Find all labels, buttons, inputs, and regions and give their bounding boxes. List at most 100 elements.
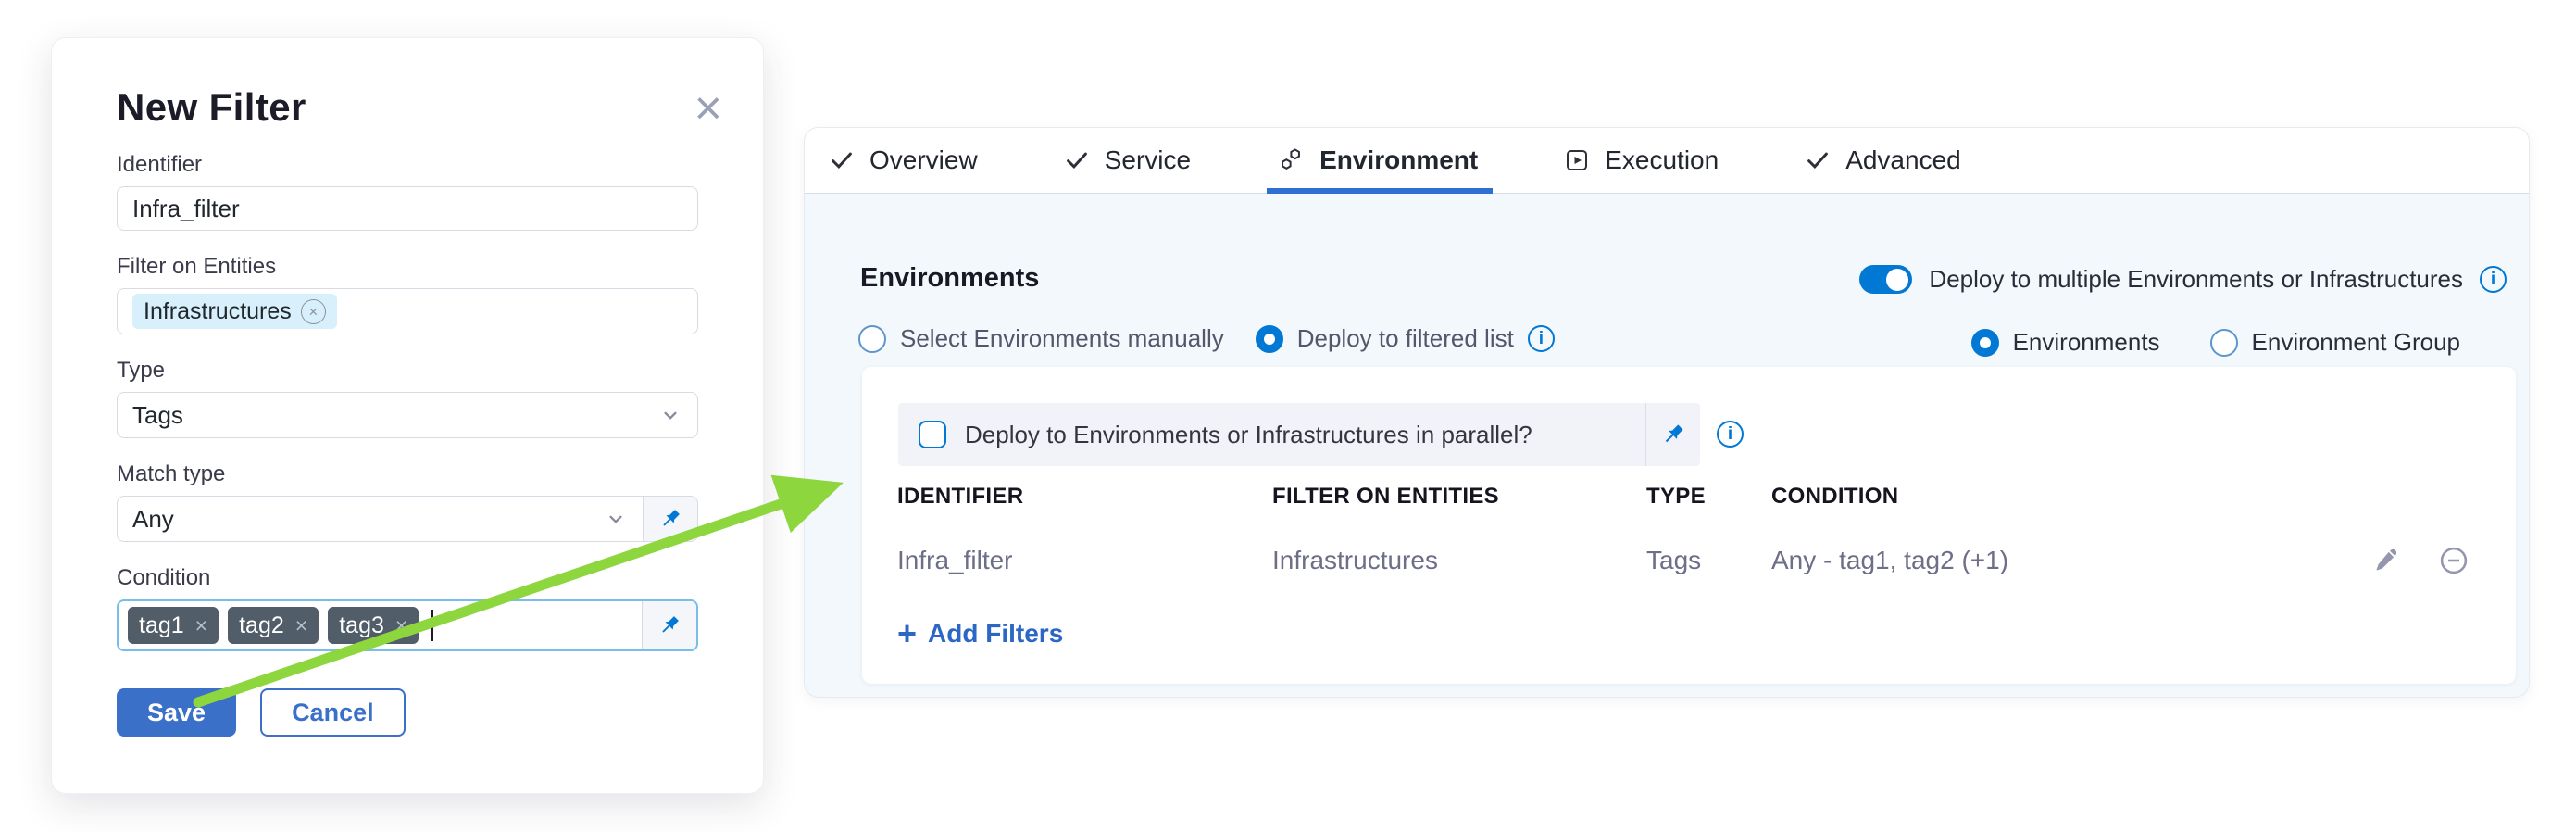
condition-label: Condition: [117, 564, 698, 592]
entities-input[interactable]: Infrastructures ×: [117, 288, 698, 334]
col-condition: CONDITION: [1771, 484, 2351, 510]
tab-advanced-label: Advanced: [1845, 145, 1961, 175]
add-filters-label: Add Filters: [928, 619, 1063, 649]
pin-button[interactable]: [1645, 403, 1700, 466]
match-type-value: Any: [132, 505, 174, 534]
radio-environment-group-label: Environment Group: [2252, 328, 2460, 357]
filters-table-header: IDENTIFIER FILTER ON ENTITIES TYPE CONDI…: [897, 484, 2488, 510]
condition-tags-input[interactable]: tag1 × tag2 × tag3 ×: [119, 601, 642, 649]
radio-unselected-icon[interactable]: [2210, 329, 2238, 357]
tab-service-label: Service: [1105, 145, 1191, 175]
remove-tag-icon[interactable]: ×: [195, 615, 207, 637]
entities-chip: Infrastructures ×: [132, 294, 337, 329]
col-type: TYPE: [1646, 484, 1771, 510]
tag-chip: tag2 ×: [228, 607, 319, 644]
radio-environment-group[interactable]: Environment Group: [2210, 328, 2460, 357]
tab-environment[interactable]: Environment: [1276, 128, 1478, 193]
tag-label: tag1: [139, 612, 184, 639]
type-label: Type: [117, 357, 698, 384]
modal-buttons: Save Cancel: [117, 688, 698, 737]
pin-icon: [657, 506, 683, 532]
match-type-field: Match type Any: [117, 460, 698, 542]
pin-icon: [1659, 421, 1687, 448]
tab-environment-label: Environment: [1319, 145, 1478, 175]
radio-selected-icon[interactable]: [1971, 329, 1999, 357]
radio-unselected-icon[interactable]: [858, 325, 886, 353]
identifier-value: Infra_filter: [132, 195, 240, 223]
plus-icon: +: [897, 617, 917, 650]
condition-field: Condition tag1 × tag2 × tag3 ×: [117, 564, 698, 651]
radio-deploy-filtered-label: Deploy to filtered list: [1297, 324, 1514, 353]
pencil-icon: [2370, 545, 2401, 576]
radio-environments[interactable]: Environments: [1971, 328, 2160, 357]
close-icon[interactable]: ×: [694, 84, 722, 132]
entities-chip-label: Infrastructures: [144, 298, 292, 325]
col-identifier: IDENTIFIER: [897, 484, 1272, 510]
check-icon: [1804, 146, 1832, 174]
multi-env-toggle[interactable]: [1859, 265, 1912, 294]
execution-play-icon: [1563, 146, 1591, 174]
pipeline-stage-panel: Overview Service Environment Execution: [804, 127, 2530, 698]
match-type-combo: Any: [117, 496, 698, 542]
filter-table-row: Infra_filter Infrastructures Tags Any - …: [897, 534, 2488, 587]
radio-environments-label: Environments: [2013, 328, 2160, 357]
environment-target-radios: Environments Environment Group: [1971, 328, 2460, 357]
entities-label: Filter on Entities: [117, 253, 698, 281]
tab-service[interactable]: Service: [1063, 128, 1191, 193]
remove-filter-button[interactable]: [2420, 544, 2488, 577]
tab-overview-label: Overview: [869, 145, 978, 175]
add-filters-button[interactable]: + Add Filters: [897, 617, 1063, 650]
remove-chip-icon[interactable]: ×: [301, 299, 326, 324]
info-icon[interactable]: i: [2480, 266, 2507, 293]
radio-select-manually-label: Select Environments manually: [900, 324, 1224, 353]
pin-button[interactable]: [642, 601, 696, 649]
tab-advanced[interactable]: Advanced: [1804, 128, 1961, 193]
row-type: Tags: [1646, 546, 1771, 575]
pin-button[interactable]: [643, 497, 697, 541]
tag-chip: tag3 ×: [328, 607, 419, 644]
info-icon[interactable]: i: [1528, 325, 1555, 352]
stage-tabbar: Overview Service Environment Execution: [805, 128, 2529, 194]
tag-chip: tag1 ×: [128, 607, 219, 644]
save-button[interactable]: Save: [117, 688, 236, 737]
cancel-button[interactable]: Cancel: [260, 688, 406, 737]
check-icon: [1063, 146, 1091, 174]
page: Overview Service Environment Execution: [0, 0, 2576, 832]
type-select[interactable]: Tags: [117, 392, 698, 438]
parallel-checkbox[interactable]: [919, 421, 946, 448]
row-identifier: Infra_filter: [897, 546, 1272, 575]
multi-env-toggle-row: Deploy to multiple Environments or Infra…: [1859, 265, 2507, 294]
radio-selected-icon[interactable]: [1256, 325, 1283, 353]
modal-title: New Filter: [117, 86, 698, 129]
radio-select-manually[interactable]: Select Environments manually: [858, 324, 1224, 353]
tab-overview[interactable]: Overview: [828, 128, 978, 193]
tag-label: tag2: [239, 612, 284, 639]
remove-tag-icon[interactable]: ×: [295, 615, 307, 637]
pin-icon: [657, 612, 682, 638]
multi-env-toggle-label: Deploy to multiple Environments or Infra…: [1929, 265, 2463, 294]
text-caret: [431, 610, 433, 641]
identifier-field: Identifier Infra_filter: [117, 151, 698, 231]
tag-label: tag3: [339, 612, 384, 639]
remove-tag-icon[interactable]: ×: [395, 615, 407, 637]
chevron-down-icon: [604, 507, 628, 531]
row-condition: Any - tag1, tag2 (+1): [1771, 546, 2351, 575]
parallel-deploy-bar: Deploy to Environments or Infrastructure…: [898, 403, 1700, 466]
entities-field: Filter on Entities Infrastructures ×: [117, 253, 698, 334]
identifier-label: Identifier: [117, 151, 698, 179]
check-icon: [828, 146, 856, 174]
new-filter-modal: × New Filter Identifier Infra_filter Fil…: [51, 37, 764, 794]
environment-mode-radios: Select Environments manually Deploy to f…: [858, 324, 1555, 353]
chevron-down-icon: [658, 403, 682, 427]
match-type-select[interactable]: Any: [118, 497, 643, 541]
info-icon[interactable]: i: [1717, 421, 1744, 448]
minus-circle-icon: [2437, 544, 2470, 577]
environment-hexagons-icon: [1276, 145, 1306, 175]
tab-execution[interactable]: Execution: [1563, 128, 1719, 193]
identifier-input[interactable]: Infra_filter: [117, 186, 698, 231]
environments-heading: Environments: [860, 263, 1039, 294]
match-type-label: Match type: [117, 460, 698, 488]
edit-filter-button[interactable]: [2351, 545, 2420, 576]
type-field: Type Tags: [117, 357, 698, 438]
radio-deploy-filtered[interactable]: Deploy to filtered list i: [1256, 324, 1555, 353]
